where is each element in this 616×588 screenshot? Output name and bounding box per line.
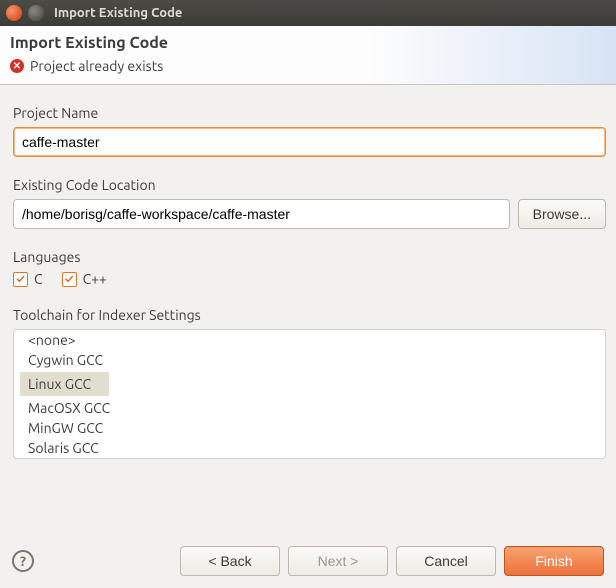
language-cpp-checkbox[interactable]: ✓ C++: [62, 271, 107, 287]
wizard-header: Import Existing Code ✕ Project already e…: [0, 26, 616, 85]
toolchain-group: Toolchain for Indexer Settings <none> Cy…: [13, 307, 606, 459]
help-icon[interactable]: ?: [12, 550, 34, 572]
error-row: ✕ Project already exists: [10, 58, 606, 74]
page-title: Import Existing Code: [10, 34, 606, 52]
language-c-checkbox[interactable]: ✓ C: [13, 271, 43, 287]
minimize-icon[interactable]: [28, 5, 44, 21]
languages-label: Languages: [13, 249, 606, 265]
titlebar: Import Existing Code: [0, 0, 616, 26]
list-item[interactable]: Cygwin GCC: [20, 348, 111, 372]
back-button[interactable]: < Back: [180, 546, 280, 576]
next-button[interactable]: Next >: [288, 546, 388, 576]
checkbox-checked-icon: ✓: [62, 272, 77, 287]
language-c-label: C: [34, 271, 43, 287]
languages-group: Languages ✓ C ✓ C++: [13, 249, 606, 287]
language-cpp-label: C++: [83, 271, 107, 287]
close-icon[interactable]: [6, 5, 22, 21]
project-name-label: Project Name: [13, 105, 606, 121]
cancel-button[interactable]: Cancel: [396, 546, 496, 576]
code-location-input[interactable]: [13, 199, 510, 229]
code-location-label: Existing Code Location: [13, 177, 606, 193]
project-name-input[interactable]: [13, 127, 606, 157]
error-message: Project already exists: [30, 58, 163, 74]
toolchain-label: Toolchain for Indexer Settings: [13, 307, 606, 323]
finish-button[interactable]: Finish: [504, 546, 604, 576]
error-icon: ✕: [10, 59, 24, 73]
wizard-footer: ? < Back Next > Cancel Finish: [0, 546, 616, 576]
window-title: Import Existing Code: [54, 6, 182, 20]
wizard-content: Project Name Existing Code Location Brow…: [0, 85, 616, 469]
checkbox-checked-icon: ✓: [13, 272, 28, 287]
list-item[interactable]: Solaris GCC: [20, 436, 107, 460]
code-location-group: Existing Code Location Browse...: [13, 177, 606, 229]
list-item[interactable]: Linux GCC: [20, 372, 109, 396]
toolchain-list[interactable]: <none> Cygwin GCC Linux GCC MacOSX GCC M…: [13, 329, 606, 459]
project-name-group: Project Name: [13, 105, 606, 157]
browse-button[interactable]: Browse...: [518, 199, 606, 229]
